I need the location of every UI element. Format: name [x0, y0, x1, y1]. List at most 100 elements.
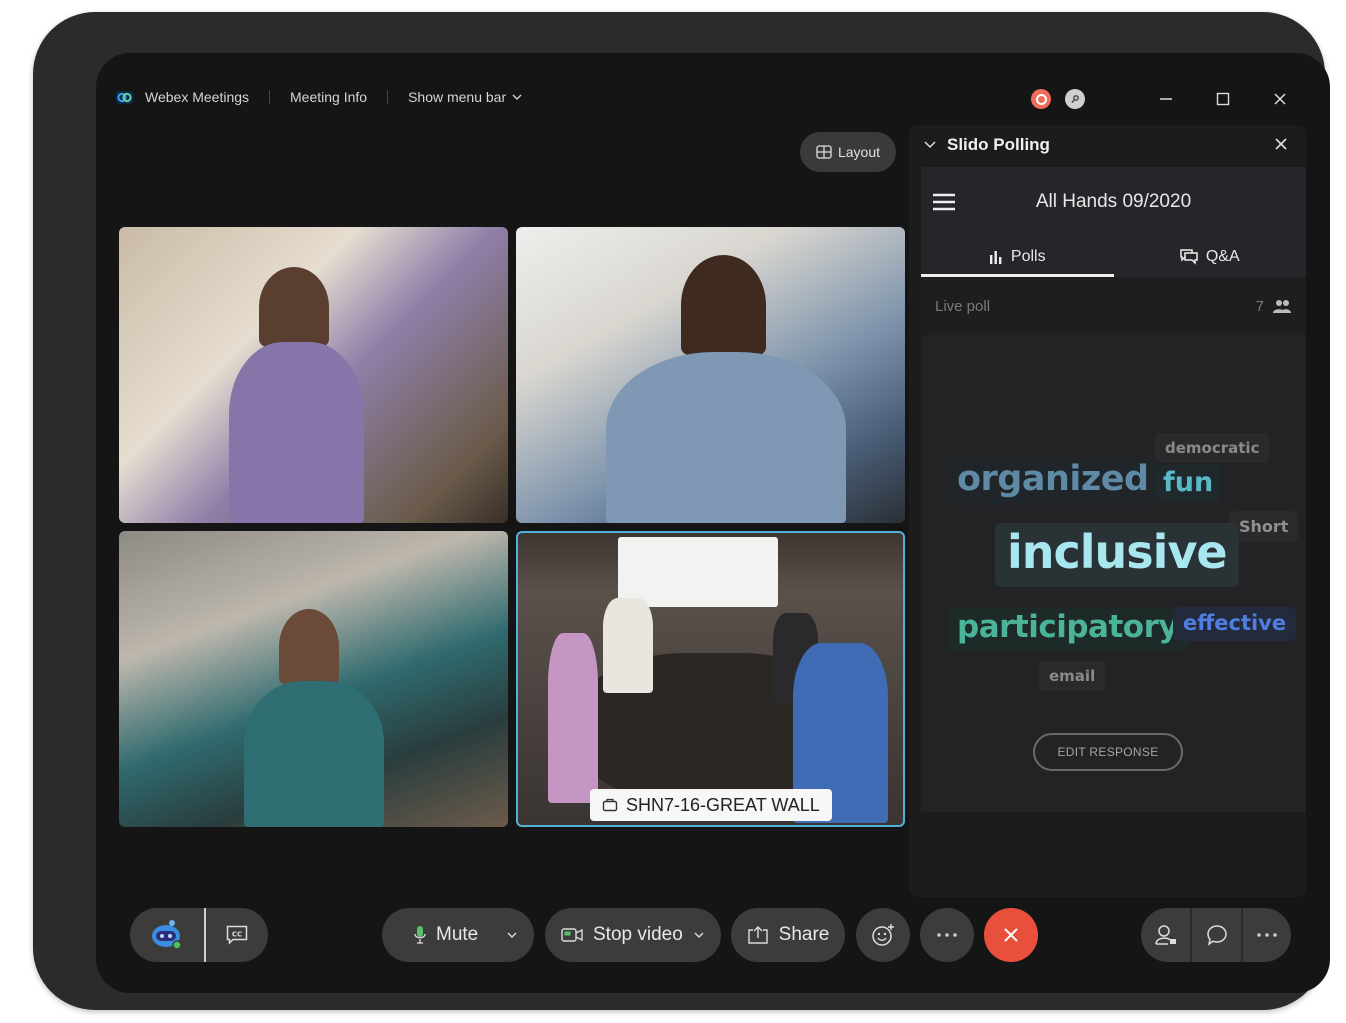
video-tile[interactable] [119, 531, 508, 827]
event-name: All Hands 09/2020 [1035, 191, 1192, 212]
chevron-down-icon[interactable] [506, 929, 518, 941]
assistant-button[interactable] [130, 908, 204, 962]
word-cloud-item: fun [1155, 465, 1222, 502]
participant-head [259, 267, 329, 347]
video-tile[interactable] [119, 227, 508, 523]
participant-count-value: 7 [1255, 297, 1264, 315]
end-call-button[interactable] [984, 908, 1038, 962]
key-icon[interactable] [1065, 89, 1085, 109]
webex-window: Webex Meetings Meeting Info Show menu ba… [96, 53, 1330, 993]
edit-response-button[interactable]: EDIT RESPONSE [1033, 733, 1183, 771]
video-grid: SHN7-16-GREAT WALL [119, 227, 906, 828]
participant-count: 7 [1256, 298, 1292, 315]
panel-header: Slido Polling [909, 125, 1306, 165]
svg-text:CC: CC [232, 931, 242, 939]
live-poll-label: Live poll [935, 297, 991, 315]
room-display [618, 537, 778, 607]
slido-tabs: Polls Q&A [921, 237, 1306, 277]
reactions-button[interactable] [856, 908, 910, 962]
word-cloud-item: organized [947, 457, 1159, 505]
device-frame: Webex Meetings Meeting Info Show menu ba… [33, 12, 1330, 1010]
maximize-button[interactable] [1203, 87, 1243, 111]
share-button[interactable]: Share [731, 908, 845, 962]
meeting-info-label: Meeting Info [290, 89, 368, 105]
video-tile-active[interactable]: SHN7-16-GREAT WALL [516, 531, 905, 827]
more-button[interactable] [920, 908, 974, 962]
assistant-captions-group: CC [130, 908, 268, 962]
close-icon[interactable] [1274, 137, 1288, 151]
room-name-label: SHN7-16-GREAT WALL [590, 789, 832, 821]
close-icon [1004, 928, 1018, 942]
microphone-icon [414, 926, 426, 944]
live-poll-row: Live poll 7 [921, 277, 1306, 335]
participant-head [279, 609, 339, 685]
slido-panel: Slido Polling All Hands 09/2020 Polls Q&… [909, 125, 1306, 897]
stop-video-button[interactable]: Stop video [545, 908, 721, 962]
grid-icon [816, 145, 832, 159]
slido-header: All Hands 09/2020 Polls Q&A [921, 167, 1306, 277]
participant [603, 598, 653, 693]
share-label: Share [778, 924, 830, 945]
chat-button[interactable] [1192, 908, 1241, 962]
tab-qa[interactable]: Q&A [1114, 237, 1307, 277]
divider [387, 90, 389, 104]
captions-button[interactable]: CC [206, 908, 268, 962]
chevron-down-icon[interactable] [923, 138, 937, 152]
participant [548, 633, 598, 803]
room-name: SHN7-16-GREAT WALL [626, 794, 820, 815]
panel-controls-group [1141, 908, 1291, 962]
stop-video-label: Stop video [593, 924, 683, 945]
panel-title: Slido Polling [947, 135, 1050, 154]
share-icon [747, 926, 768, 944]
mute-button[interactable]: Mute [382, 908, 534, 962]
emoji-icon [872, 924, 894, 946]
bar-chart-icon [989, 250, 1002, 264]
chevron-down-icon[interactable] [693, 929, 705, 941]
video-camera-icon [561, 928, 583, 942]
webex-logo-icon [116, 90, 133, 104]
word-cloud-item: Short [1229, 511, 1299, 542]
app-menu[interactable]: Webex Meetings [116, 89, 249, 105]
more-options-button[interactable] [1243, 908, 1291, 962]
close-window-button[interactable] [1260, 87, 1300, 111]
show-menu-bar-button[interactable]: Show menu bar [408, 89, 522, 105]
more-icon [1257, 933, 1277, 937]
word-cloud-item: participatory [947, 607, 1189, 651]
more-icon [937, 933, 957, 937]
word-cloud-item: effective [1173, 607, 1297, 641]
word-cloud: democratic organized fun Short inclusive… [921, 335, 1306, 755]
word-cloud-item: email [1039, 661, 1106, 691]
meeting-info-button[interactable]: Meeting Info [290, 89, 367, 105]
chat-bubbles-icon [1180, 249, 1198, 265]
participant-head [681, 255, 766, 355]
maximize-icon [1216, 92, 1230, 106]
participant-body [244, 681, 384, 827]
app-name: Webex Meetings [145, 89, 250, 105]
people-icon [1273, 300, 1291, 313]
tab-label: Q&A [1205, 248, 1240, 265]
layout-label: Layout [837, 144, 881, 160]
layout-button[interactable]: Layout [800, 132, 896, 172]
mute-label: Mute [436, 924, 479, 945]
show-menu-bar-label: Show menu bar [408, 89, 507, 105]
minimize-icon [1160, 98, 1172, 100]
minimize-button[interactable] [1146, 87, 1186, 111]
close-icon [1274, 93, 1286, 105]
recording-indicator-icon[interactable] [1031, 89, 1051, 109]
chevron-down-icon [512, 94, 522, 100]
room-device-icon [602, 798, 618, 812]
video-tile[interactable] [516, 227, 905, 523]
tab-label: Polls [1010, 248, 1046, 265]
participant-body [606, 352, 846, 523]
chat-icon [1206, 925, 1227, 946]
participants-button[interactable] [1141, 908, 1190, 962]
participants-icon [1154, 925, 1176, 945]
slido-app: All Hands 09/2020 Polls Q&A Live poll 7 … [921, 167, 1306, 812]
divider [269, 90, 271, 104]
word-cloud-item: inclusive [995, 523, 1239, 587]
participant-body [229, 342, 364, 523]
meeting-controls: CC Mute Stop video Share [96, 908, 1330, 966]
word-cloud-item: democratic [1155, 433, 1270, 463]
tab-polls[interactable]: Polls [921, 237, 1114, 277]
webex-assistant-icon [152, 920, 182, 950]
